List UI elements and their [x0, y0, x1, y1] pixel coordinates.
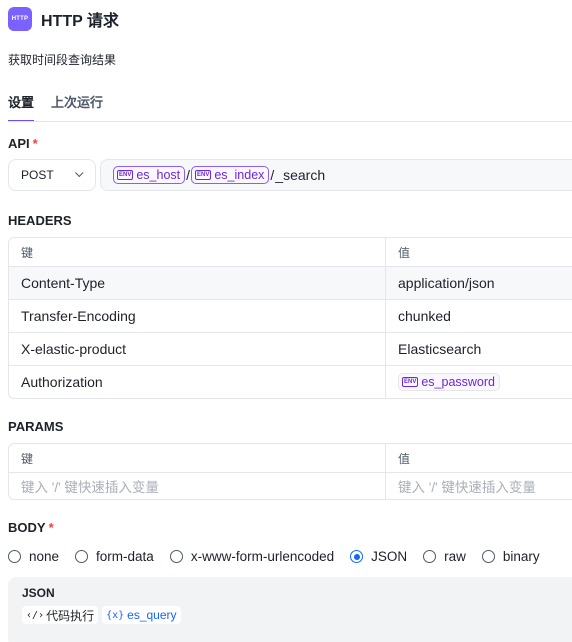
radio-raw[interactable]: raw [423, 549, 466, 564]
radio-label: JSON [371, 549, 408, 564]
json-editor-title: JSON [22, 586, 55, 600]
param-key-input[interactable]: 键入 '/' 键快速插入变量 [9, 473, 386, 499]
json-body-editor[interactable]: JSON ‹/› 代码执行 {x} es_query [8, 577, 572, 642]
env-variable-tag[interactable]: ENV es_host [113, 166, 186, 184]
url-input[interactable]: ENV es_host / ENV es_index / _search [100, 159, 572, 191]
env-icon: ENV [402, 377, 419, 387]
header-key-cell[interactable]: X-elastic-product [9, 333, 386, 365]
tab-divider [8, 121, 572, 122]
body-section-label: BODY * [8, 520, 54, 535]
variable-icon: {x} [106, 609, 125, 621]
url-separator: / [186, 167, 191, 183]
header-value-cell[interactable]: application/json [386, 267, 572, 299]
header-key-cell[interactable]: Content-Type [9, 267, 386, 299]
tab-settings[interactable]: 设置 [8, 92, 35, 122]
radio-label: raw [444, 549, 466, 564]
variable-name: es_query [127, 608, 177, 622]
env-variable-tag[interactable]: ENV es_index [191, 166, 270, 184]
radio-circle-icon [481, 550, 495, 563]
radio-circle-icon [423, 550, 437, 563]
node-header: HTTP HTTP 请求 [8, 7, 119, 31]
radio-none[interactable]: none [8, 549, 59, 564]
header-value-cell[interactable]: chunked [386, 300, 572, 332]
env-icon: ENV [195, 170, 212, 180]
table-row: X-elastic-product Elasticsearch [9, 332, 572, 365]
column-header-key: 键 [9, 238, 386, 266]
radio-circle-icon [8, 550, 21, 563]
method-select[interactable]: POST [8, 159, 96, 191]
tab-last-run[interactable]: 上次运行 [51, 92, 103, 122]
env-variable-name: es_password [421, 375, 495, 389]
env-variable-name: es_index [214, 168, 265, 182]
radio-label: form-data [96, 549, 154, 564]
header-value-cell[interactable]: Elasticsearch [386, 333, 572, 365]
column-header-value: 值 [398, 245, 411, 260]
radio-json[interactable]: JSON [350, 549, 407, 564]
table-row: Transfer-Encoding chunked [9, 299, 572, 332]
node-title: HTTP 请求 [41, 13, 119, 30]
http-icon: HTTP [8, 7, 32, 31]
table-row: Content-Type application/json [9, 266, 572, 299]
code-tag-label: 代码执行 [46, 608, 95, 623]
tab-bar: 设置 上次运行 [8, 92, 103, 122]
env-variable-tag[interactable]: ENV es_password [398, 373, 500, 391]
method-value: POST [21, 168, 54, 182]
code-execution-tag[interactable]: ‹/› 代码执行 [22, 606, 99, 624]
params-section-label: PARAMS [8, 419, 64, 434]
headers-table: 键 值 Content-Type application/json Transf… [8, 237, 572, 399]
variable-tag[interactable]: {x} es_query [102, 606, 181, 624]
api-label: API [8, 136, 30, 151]
env-variable-name: es_host [136, 168, 181, 182]
required-mark: * [48, 520, 54, 535]
body-label: BODY [8, 520, 46, 535]
column-header-key: 键 [9, 444, 386, 472]
json-content: ‹/› 代码执行 {x} es_query [22, 606, 572, 624]
column-header-value: 值 [398, 451, 411, 466]
code-icon: ‹/› [26, 609, 45, 621]
table-row: 键入 '/' 键快速插入变量 键入 '/' 键快速插入变量 [9, 472, 572, 499]
radio-label: x-www-form-urlencoded [190, 549, 335, 564]
table-header-row: 键 值 [9, 444, 572, 472]
chevron-down-icon [75, 168, 84, 178]
header-key-cell[interactable]: Transfer-Encoding [9, 300, 386, 332]
radio-label: binary [502, 549, 540, 564]
radio-binary[interactable]: binary [481, 549, 540, 564]
radio-form-data[interactable]: form-data [75, 549, 154, 564]
headers-section-label: HEADERS [8, 213, 72, 228]
radio-circle-icon [75, 550, 89, 563]
radio-x-www-form-urlencoded[interactable]: x-www-form-urlencoded [169, 549, 335, 564]
header-key-cell[interactable]: Authorization [9, 366, 386, 398]
table-row: Authorization ENV es_password [9, 365, 572, 398]
required-mark: * [32, 136, 38, 151]
api-section-label: API * [8, 136, 38, 151]
url-path: _search [275, 167, 326, 183]
radio-circle-icon [169, 550, 183, 563]
env-icon: ENV [117, 170, 134, 180]
body-type-radio-group: none form-data x-www-form-urlencoded JSO… [8, 549, 556, 564]
params-table: 键 值 键入 '/' 键快速插入变量 键入 '/' 键快速插入变量 [8, 443, 572, 500]
param-value-input[interactable]: 键入 '/' 键快速插入变量 [386, 473, 572, 499]
radio-selected-icon [350, 550, 364, 563]
http-request-panel: HTTP HTTP 请求 获取时间段查询结果 设置 上次运行 API * POST… [0, 0, 572, 642]
radio-label: none [29, 549, 60, 564]
table-header-row: 键 值 [9, 238, 572, 266]
header-value-cell[interactable]: ENV es_password [386, 366, 572, 398]
node-description: 获取时间段查询结果 [8, 53, 117, 67]
url-separator: / [270, 167, 275, 183]
